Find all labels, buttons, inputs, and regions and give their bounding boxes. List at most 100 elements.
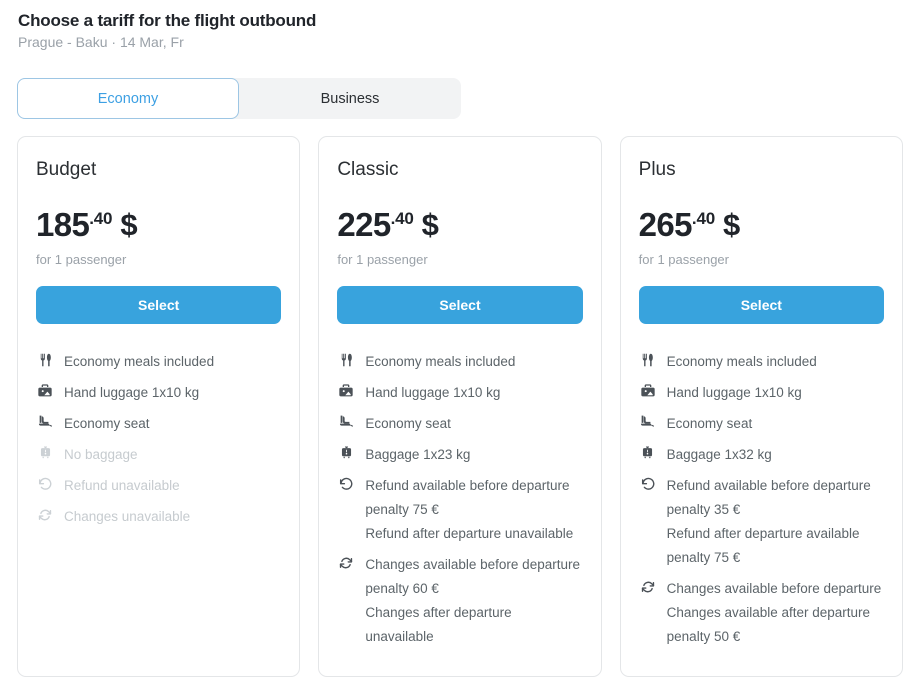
tariff-name: Classic [337,158,582,182]
price-currency: $ [723,208,740,242]
hand-luggage-icon [639,381,657,400]
feature-text-line: Changes available before departure penal… [365,553,582,601]
tariff-price: 225.40 $ [337,208,582,242]
feature-text: Economy meals included [365,350,515,374]
feature-text-line: Refund unavailable [64,474,180,498]
feature-item: Economy meals included [337,350,582,374]
feature-text: Hand luggage 1x10 kg [667,381,802,405]
baggage-icon [36,443,54,462]
tariff-card-plus: Plus 265.40 $ for 1 passenger Select Economy … [620,136,903,677]
feature-item: Economy meals included [639,350,884,374]
seat-icon [639,412,657,431]
feature-item: Baggage 1x32 kg [639,443,884,467]
feature-item: Changes available before departure penal… [337,553,582,649]
tariff-card-budget: Budget 185.40 $ for 1 passenger Select Econom… [17,136,300,677]
feature-text: Economy meals included [64,350,214,374]
feature-text: No baggage [64,443,138,467]
feature-item: No baggage [36,443,281,467]
feature-text: Economy seat [64,412,150,436]
feature-item: Economy seat [337,412,582,436]
feature-item: Baggage 1x23 kg [337,443,582,467]
changes-icon [639,577,657,596]
feature-text-line: Changes unavailable [64,505,190,529]
baggage-icon [337,443,355,462]
feature-text: Refund available before departure penalt… [667,474,884,570]
feature-text-line: Changes after departure unavailable [365,601,582,649]
meal-icon [337,350,355,369]
refund-icon [639,474,657,493]
feature-text-line: Economy seat [365,412,451,436]
hand-luggage-icon [36,381,54,400]
select-button[interactable]: Select [36,286,281,324]
hand-luggage-icon [337,381,355,400]
tariff-card-classic: Classic 225.40 $ for 1 passenger Select Econo… [318,136,601,677]
feature-text-line: Hand luggage 1x10 kg [365,381,500,405]
feature-text-line: Economy meals included [64,350,214,374]
refund-icon [337,474,355,493]
feature-text-line: Hand luggage 1x10 kg [64,381,199,405]
feature-text-line: Economy meals included [365,350,515,374]
tariff-price: 185.40 $ [36,208,281,242]
tariff-price: 265.40 $ [639,208,884,242]
feature-text-line: Economy seat [667,412,753,436]
feature-text-line: Economy meals included [667,350,817,374]
tariff-name: Budget [36,158,281,182]
price-passenger-note: for 1 passenger [36,251,281,268]
price-currency: $ [422,208,439,242]
price-integer: 185 [36,208,89,242]
price-fraction: .40 [391,210,414,227]
cabin-tab-business[interactable]: Business [239,78,461,119]
feature-item: Changes unavailable [36,505,281,529]
tariff-feature-list: Economy meals included Hand luggage 1x10 … [36,350,281,536]
seat-icon [337,412,355,431]
tariff-feature-list: Economy meals included Hand luggage 1x10 … [639,350,884,656]
price-currency: $ [120,208,137,242]
feature-text: Baggage 1x32 kg [667,443,772,467]
feature-item: Refund unavailable [36,474,281,498]
feature-item: Refund available before departure penalt… [337,474,582,546]
feature-text-line: Refund after departure available penalty… [667,522,884,570]
meal-icon [639,350,657,369]
feature-item: Changes available before departureChange… [639,577,884,649]
feature-text-line: Hand luggage 1x10 kg [667,381,802,405]
feature-text-line: Baggage 1x23 kg [365,443,470,467]
feature-text: Changes available before departure penal… [365,553,582,649]
feature-item: Hand luggage 1x10 kg [639,381,884,405]
feature-text-line: Refund after departure unavailable [365,522,582,546]
price-fraction: .40 [692,210,715,227]
feature-text: Economy seat [365,412,451,436]
price-integer: 225 [337,208,390,242]
feature-text: Refund unavailable [64,474,180,498]
cabin-tab-label: Business [321,91,380,107]
feature-item: Economy seat [639,412,884,436]
route-date-subtitle: Prague - Baku · 14 Mar, Fr [18,33,316,52]
feature-text: Economy meals included [667,350,817,374]
feature-text-line: Refund available before departure penalt… [365,474,582,522]
baggage-icon [639,443,657,462]
price-passenger-note: for 1 passenger [639,251,884,268]
feature-text: Baggage 1x23 kg [365,443,470,467]
select-button[interactable]: Select [337,286,582,324]
price-integer: 265 [639,208,692,242]
tariff-name: Plus [639,158,884,182]
feature-text: Changes unavailable [64,505,190,529]
feature-text-line: Economy seat [64,412,150,436]
price-passenger-note: for 1 passenger [337,251,582,268]
feature-item: Economy seat [36,412,281,436]
feature-text-line: Changes available before departure [667,577,884,601]
feature-item: Hand luggage 1x10 kg [36,381,281,405]
feature-text: Refund available before departure penalt… [365,474,582,546]
feature-text: Hand luggage 1x10 kg [64,381,199,405]
feature-item: Economy meals included [36,350,281,374]
cabin-class-switch: Economy Business [17,78,461,119]
select-button[interactable]: Select [639,286,884,324]
changes-icon [337,553,355,572]
tariff-feature-list: Economy meals included Hand luggage 1x10 … [337,350,582,656]
changes-icon [36,505,54,524]
feature-item: Refund available before departure penalt… [639,474,884,570]
page-header: Choose a tariff for the flight outbound … [18,10,316,52]
cabin-tab-label: Economy [98,91,158,107]
price-fraction: .40 [89,210,112,227]
feature-item: Hand luggage 1x10 kg [337,381,582,405]
cabin-tab-economy[interactable]: Economy [17,78,239,119]
